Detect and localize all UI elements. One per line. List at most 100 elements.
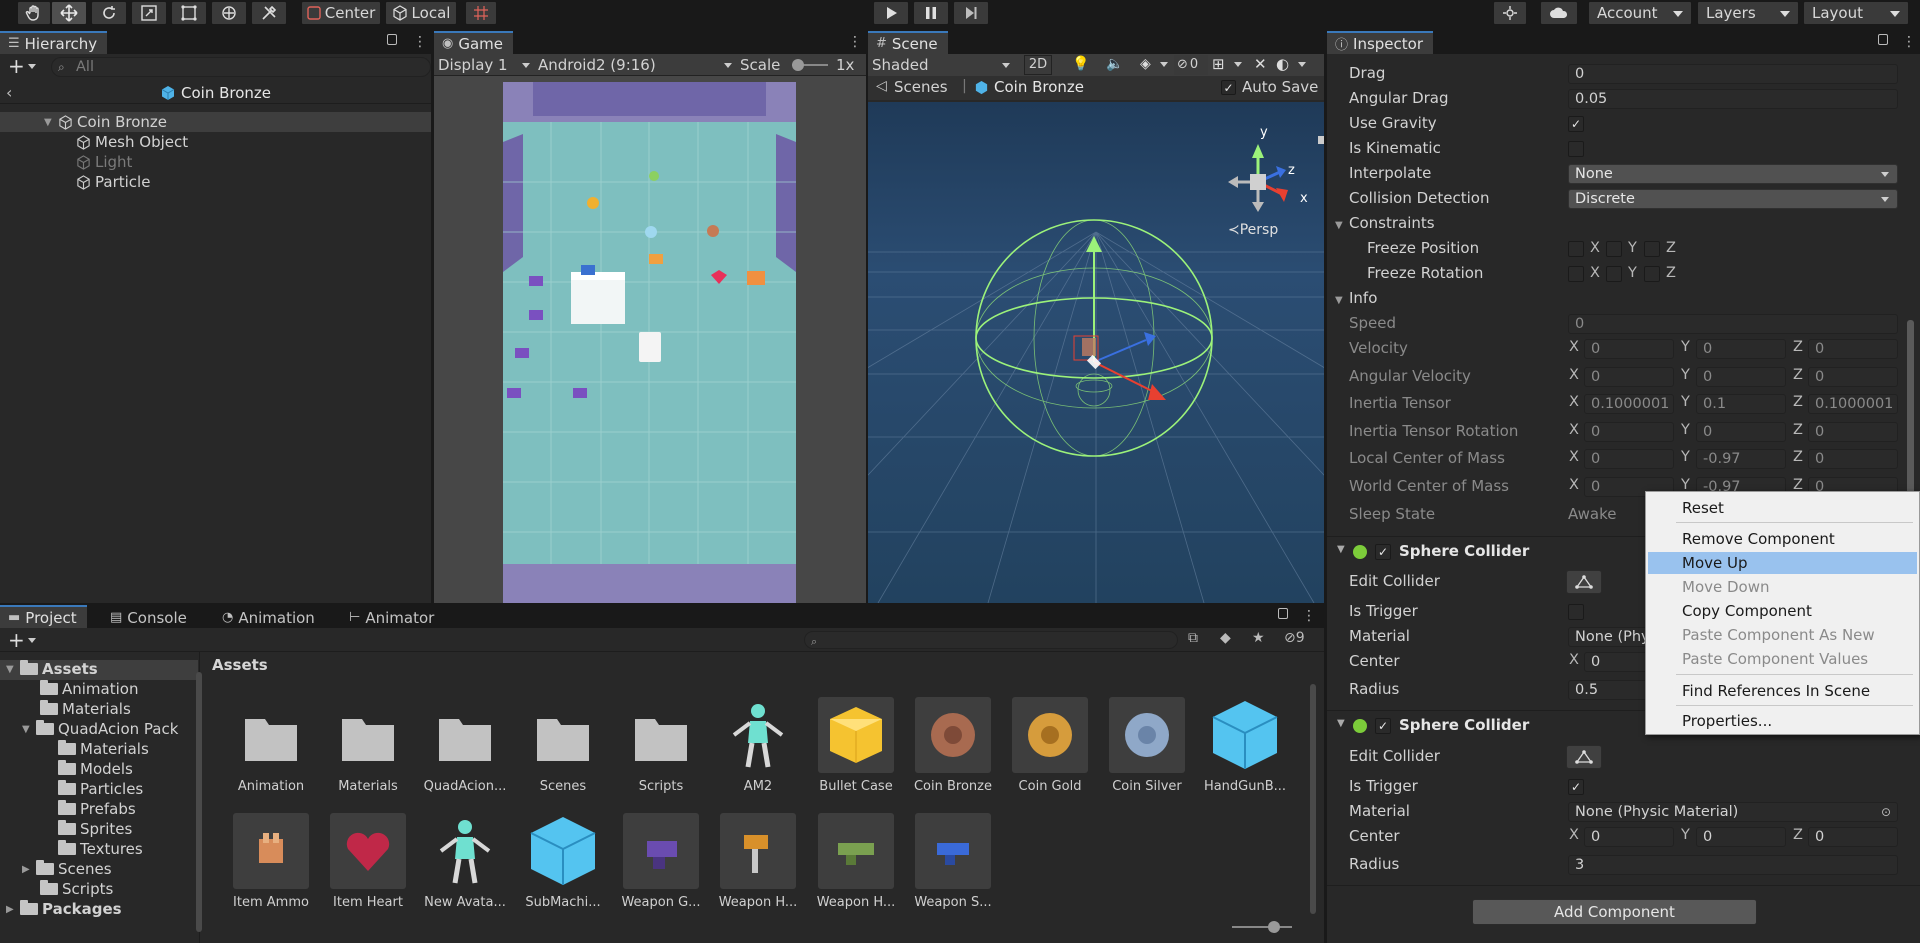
asset-folder-scenes[interactable]: Scenes bbox=[515, 697, 611, 794]
freeze-position-y-checkbox[interactable] bbox=[1606, 241, 1622, 257]
tree-item-scripts[interactable]: Scripts bbox=[40, 880, 113, 898]
layout-dropdown[interactable]: Layout bbox=[1803, 1, 1909, 25]
asset-submachine[interactable]: SubMachi... bbox=[515, 813, 611, 910]
kebab-menu-icon[interactable]: ⋮ bbox=[848, 34, 862, 50]
menu-item-copy-component[interactable]: Copy Component bbox=[1648, 600, 1917, 622]
menu-item-reset[interactable]: Reset bbox=[1648, 497, 1917, 519]
component-enabled-checkbox[interactable]: ✓ bbox=[1375, 718, 1391, 734]
tree-item-materials[interactable]: Materials bbox=[40, 700, 131, 718]
projection-toggle[interactable]: ≺Persp bbox=[1228, 222, 1278, 238]
add-component-button[interactable]: Add Component bbox=[1472, 899, 1757, 925]
services-button[interactable] bbox=[1493, 1, 1527, 25]
center-x-field[interactable]: 0 bbox=[1584, 827, 1674, 847]
grid-visibility-icon[interactable]: ⊞ bbox=[1212, 55, 1225, 73]
tree-item-assets[interactable]: ▼ Assets bbox=[6, 660, 98, 678]
grid-snap-button[interactable] bbox=[465, 1, 497, 25]
back-arrow-icon[interactable]: ‹ bbox=[6, 83, 12, 102]
pivot-mode-toggle[interactable]: Center bbox=[301, 1, 381, 25]
rotate-tool-button[interactable] bbox=[91, 1, 127, 25]
asset-weapon-g[interactable]: Weapon G... bbox=[613, 813, 709, 910]
asset-item-ammo[interactable]: Item Ammo bbox=[223, 813, 319, 910]
search-by-label-icon[interactable]: ◆ bbox=[1220, 630, 1231, 646]
menu-item-move-up[interactable]: Move Up bbox=[1648, 552, 1917, 574]
asset-coin-bronze[interactable]: Coin Bronze bbox=[905, 697, 1001, 794]
hierarchy-item-coin-bronze[interactable]: ▼ Coin Bronze bbox=[44, 112, 167, 132]
step-button[interactable] bbox=[953, 1, 989, 25]
aspect-dropdown[interactable]: Android2 (9:16) bbox=[538, 56, 738, 74]
scale-slider-thumb[interactable] bbox=[792, 59, 804, 71]
kebab-menu-icon[interactable]: ⋮ bbox=[1302, 608, 1316, 624]
material-field[interactable]: None (Physic Material) ⊙ bbox=[1568, 802, 1898, 822]
chevron-down-icon[interactable] bbox=[1160, 62, 1168, 67]
add-object-button[interactable]: + bbox=[8, 54, 25, 78]
chevron-down-icon[interactable] bbox=[1234, 62, 1242, 67]
tree-item-quadacion-pack[interactable]: ▼ QuadAcion Pack bbox=[22, 720, 178, 738]
custom-tool-button[interactable] bbox=[251, 1, 287, 25]
tree-item-pack-materials[interactable]: Materials bbox=[58, 740, 149, 758]
asset-weapon-s[interactable]: Weapon S... bbox=[905, 813, 1001, 910]
search-by-type-icon[interactable]: ⧉ bbox=[1188, 630, 1198, 646]
expand-arrow-icon[interactable]: ▼ bbox=[1337, 718, 1345, 729]
icon-size-slider-thumb[interactable] bbox=[1268, 921, 1280, 933]
expand-arrow-icon[interactable]: ▼ bbox=[44, 117, 58, 128]
asset-am2[interactable]: AM2 bbox=[710, 697, 806, 794]
tab-hierarchy[interactable]: ☰ Hierarchy bbox=[0, 31, 108, 54]
asset-folder-quadacion[interactable]: QuadAcion... bbox=[417, 697, 513, 794]
freeze-rotation-y-checkbox[interactable] bbox=[1606, 266, 1622, 282]
tree-item-textures[interactable]: Textures bbox=[58, 840, 143, 858]
tree-scrollbar[interactable] bbox=[196, 672, 202, 932]
tree-item-prefabs[interactable]: Prefabs bbox=[58, 800, 136, 818]
asset-folder-animation[interactable]: Animation bbox=[223, 697, 319, 794]
hidden-objects-toggle[interactable]: ⊘ 0 bbox=[1174, 55, 1208, 75]
object-picker-icon[interactable]: ⊙ bbox=[1881, 803, 1891, 821]
layers-dropdown[interactable]: Layers bbox=[1697, 1, 1799, 25]
lock-icon[interactable] bbox=[387, 34, 397, 45]
auto-save-checkbox[interactable]: ✓ bbox=[1221, 80, 1236, 95]
asset-weapon-h2[interactable]: Weapon H... bbox=[808, 813, 904, 910]
transform-tool-button[interactable] bbox=[211, 1, 247, 25]
is-kinematic-checkbox[interactable] bbox=[1568, 141, 1584, 157]
audio-icon[interactable]: 🔈 bbox=[1106, 56, 1123, 72]
center-z-field[interactable]: 0 bbox=[1808, 827, 1898, 847]
hierarchy-item-particle[interactable]: Particle bbox=[76, 172, 150, 192]
info-foldout[interactable]: ▼ Info bbox=[1335, 289, 1377, 307]
use-gravity-checkbox[interactable]: ✓ bbox=[1568, 116, 1584, 132]
asset-bullet-case[interactable]: Bullet Case bbox=[808, 697, 904, 794]
freeze-rotation-x-checkbox[interactable] bbox=[1568, 266, 1584, 282]
asset-folder-materials[interactable]: Materials bbox=[320, 697, 416, 794]
tree-item-packages[interactable]: ▶ Packages bbox=[6, 900, 122, 918]
tab-game[interactable]: ◉ Game bbox=[434, 31, 513, 54]
play-button[interactable] bbox=[873, 1, 909, 25]
is-trigger-checkbox[interactable] bbox=[1568, 604, 1584, 620]
cloud-button[interactable] bbox=[1540, 1, 1578, 25]
chevron-down-icon[interactable] bbox=[1298, 62, 1306, 67]
angular-drag-field[interactable]: 0.05 bbox=[1568, 89, 1898, 109]
component-enabled-checkbox[interactable]: ✓ bbox=[1375, 544, 1391, 560]
lock-icon[interactable] bbox=[1878, 34, 1888, 45]
freeze-position-x-checkbox[interactable] bbox=[1568, 241, 1584, 257]
asset-coin-silver[interactable]: Coin Silver bbox=[1099, 697, 1195, 794]
tab-scene[interactable]: # Scene bbox=[868, 31, 948, 54]
chevron-down-icon[interactable] bbox=[28, 638, 36, 643]
scale-tool-button[interactable] bbox=[131, 1, 167, 25]
display-dropdown[interactable]: Display 1 bbox=[438, 56, 534, 74]
lightbulb-icon[interactable]: 💡 bbox=[1072, 56, 1089, 72]
tree-item-sprites[interactable]: Sprites bbox=[58, 820, 132, 838]
asset-weapon-h1[interactable]: Weapon H... bbox=[710, 813, 806, 910]
kebab-menu-icon[interactable]: ⋮ bbox=[413, 34, 427, 50]
create-asset-button[interactable]: + bbox=[8, 628, 25, 652]
scene-viewport[interactable]: y z x ≺Persp bbox=[868, 102, 1324, 603]
tab-project[interactable]: ▬ Project bbox=[0, 605, 87, 628]
move-tool-button[interactable] bbox=[51, 1, 87, 25]
interpolate-dropdown[interactable]: None bbox=[1568, 164, 1898, 184]
2d-toggle[interactable]: 2D bbox=[1024, 55, 1052, 75]
expand-arrow-icon[interactable]: ▼ bbox=[1337, 544, 1345, 555]
breadcrumb-scenes[interactable]: Scenes bbox=[894, 78, 948, 96]
edit-collider-button[interactable] bbox=[1566, 570, 1602, 594]
tab-animator[interactable]: ⊢ Animator bbox=[341, 605, 445, 628]
hidden-packages-toggle[interactable]: ⊘9 bbox=[1284, 630, 1305, 646]
assets-scrollbar[interactable] bbox=[1310, 684, 1316, 914]
pivot-space-toggle[interactable]: Local bbox=[385, 1, 457, 25]
radius-field[interactable]: 3 bbox=[1568, 855, 1898, 875]
constraints-foldout[interactable]: ▼ Constraints bbox=[1335, 214, 1435, 232]
